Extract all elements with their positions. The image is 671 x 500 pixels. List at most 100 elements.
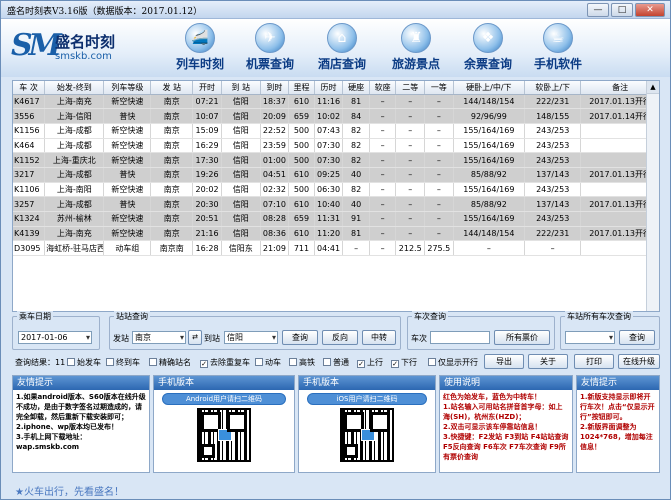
column-header[interactable]: 软卧上/下 — [524, 81, 582, 95]
checkbox-empty-icon[interactable] — [289, 358, 297, 366]
close-button[interactable]: ✕ — [635, 3, 665, 17]
station-all-select[interactable] — [565, 331, 615, 344]
table-row[interactable]: K464 上海-成都 新空快速 南京 16:29 信阳 23:59 500 07:30 82– – –… — [13, 138, 659, 154]
checkbox-empty-icon[interactable] — [67, 358, 75, 366]
filter-checkbox[interactable]: 仅显示开行 — [428, 357, 478, 368]
nav-mobile-software[interactable]: ☕ 手机软件 — [527, 23, 589, 75]
filter-checkbox[interactable]: ✓ 上行 — [357, 357, 383, 368]
column-header[interactable]: 一等 — [424, 81, 454, 95]
table-cell: 10:40 — [314, 196, 344, 212]
all-fares-button[interactable]: 所有票价 — [494, 330, 550, 345]
filter-checkbox[interactable]: ✓ 下行 — [391, 357, 417, 368]
table-cell: 南京 — [150, 226, 194, 242]
nav-label: 列车时刻 — [175, 57, 224, 71]
table-row[interactable]: K1156 上海-成都 新空快速 南京 15:09 信阳 22:52 500 07:43 82– –… — [13, 123, 659, 139]
table-cell: 85/88/92 — [453, 196, 526, 212]
checkbox-empty-icon[interactable] — [255, 358, 263, 366]
column-header[interactable]: 发 站 — [150, 81, 194, 95]
table-row[interactable]: K1324 苏州-榆林 新空快速 南京 20:51 信阳 08:28 659 11:31 91– –… — [13, 211, 659, 227]
column-header[interactable]: 软座 — [369, 81, 397, 95]
column-header[interactable]: 车 次 — [13, 81, 46, 95]
table-row[interactable]: K1106 上海-南阳 新空快速 南京 20:02 信阳 02:32 500 06:30 82– –… — [13, 182, 659, 198]
swap-stations-button[interactable]: ⇄ — [188, 330, 202, 345]
filter-checkbox[interactable]: 高铁 — [289, 357, 315, 368]
table-cell: 711 — [288, 240, 315, 257]
station-all-query-button[interactable]: 查询 — [619, 330, 655, 345]
column-header[interactable]: 开时 — [192, 81, 222, 95]
usage-panel-title: 使用说明 — [440, 376, 572, 390]
table-cell: 信阳 — [221, 94, 261, 110]
filter-checkbox[interactable]: 始发车 — [67, 357, 101, 368]
filter-checkbox[interactable]: 普通 — [323, 357, 349, 368]
table-cell: 16:29 — [192, 138, 222, 154]
filter-checkbox[interactable]: ✓ 去除重复车 — [200, 357, 250, 368]
table-cell: – — [424, 138, 454, 154]
export-button[interactable]: 导出 — [484, 354, 524, 369]
column-header[interactable]: 里程 — [288, 81, 315, 95]
query-controls: 乘车日期 2017-01-06 站站查询 发站 南京 ⇄ 到站 信阳 查询 反向… — [12, 311, 660, 372]
maximize-button[interactable]: □ — [611, 3, 633, 17]
checkbox-checked-icon[interactable]: ✓ — [200, 360, 208, 368]
column-header[interactable]: 始发-终到 — [44, 81, 105, 95]
to-station-select[interactable]: 信阳 — [224, 331, 278, 344]
column-header[interactable]: 列车等级 — [103, 81, 152, 95]
scroll-up-icon[interactable]: ▲ — [647, 81, 659, 94]
filter-checkbox[interactable]: 精确站名 — [149, 357, 191, 368]
table-cell: D3095 — [13, 240, 46, 257]
table-row[interactable]: K1152 上海-重庆北 新空快速 南京 17:30 信阳 01:00 500 07:30 82–… — [13, 152, 659, 168]
table-row[interactable]: 3556 上海-信阳 普快 南京 10:07 信阳 20:09 659 10:02 84– – –92… — [13, 108, 659, 124]
filter-label: 仅显示开行 — [438, 358, 478, 367]
train-number-input[interactable] — [430, 331, 490, 344]
from-station-select[interactable]: 南京 — [132, 331, 186, 344]
table-row[interactable]: 3217 上海-成都 普快 南京 19:26 信阳 04:51 610 09:25 40– – –85… — [13, 167, 659, 183]
table-cell: – — [424, 108, 454, 124]
table-cell: 20:51 — [192, 211, 222, 227]
table-cell: 普快 — [103, 108, 152, 124]
checkbox-empty-icon[interactable] — [323, 358, 331, 366]
nav-flight-search[interactable]: ✈ 机票查询 — [239, 23, 301, 75]
online-upgrade-button[interactable]: 在线升级 — [618, 354, 660, 369]
table-row[interactable]: K4617 上海-南充 新空快速 南京 07:21 信阳 18:37 610 11:16 81– –… — [13, 94, 659, 110]
transfer-button[interactable]: 中转 — [362, 330, 396, 345]
table-row[interactable]: K4139 上海-南充 新空快速 南京 21:16 信阳 08:36 610 11:20 81– –… — [13, 226, 659, 242]
table-cell: 新空快速 — [103, 94, 152, 110]
vertical-scrollbar[interactable]: ▲ — [646, 81, 659, 311]
ios-qr-code[interactable] — [340, 408, 394, 462]
print-button[interactable]: 打印 — [574, 354, 614, 369]
table-cell: 新空快速 — [103, 138, 152, 154]
nav-ticket-availability[interactable]: ❖ 余票查询 — [457, 23, 519, 75]
checkbox-checked-icon[interactable]: ✓ — [391, 360, 399, 368]
column-header[interactable]: 到 站 — [221, 81, 261, 95]
checkbox-checked-icon[interactable]: ✓ — [357, 360, 365, 368]
checkbox-empty-icon[interactable] — [106, 358, 114, 366]
filter-checkbox[interactable]: 动车 — [255, 357, 281, 368]
column-header[interactable]: 硬卧上/中/下 — [453, 81, 526, 95]
table-cell: K4139 — [13, 226, 46, 242]
date-group: 乘车日期 2017-01-06 — [12, 311, 100, 350]
column-header[interactable]: 硬座 — [342, 81, 370, 95]
table-cell: 信阳 — [221, 167, 261, 183]
table-cell: – — [395, 108, 426, 124]
date-picker[interactable]: 2017-01-06 — [18, 331, 92, 344]
table-cell: K464 — [13, 138, 46, 154]
android-qr-code[interactable] — [197, 408, 251, 462]
nav-tourist-sights[interactable]: ♜ 旅游景点 — [385, 23, 447, 75]
station-query-button[interactable]: 查询 — [282, 330, 318, 345]
reverse-button[interactable]: 反向 — [322, 330, 358, 345]
column-header[interactable]: 到时 — [260, 81, 290, 95]
table-cell: 21:09 — [260, 240, 290, 257]
nav-train-schedule[interactable]: 🚄 列车时刻 — [169, 23, 231, 75]
filter-checkbox[interactable]: 终到车 — [106, 357, 140, 368]
minimize-button[interactable]: — — [587, 3, 609, 17]
table-cell: 动车组 — [103, 240, 152, 257]
column-header[interactable]: 历时 — [314, 81, 344, 95]
table-row[interactable]: 3257 上海-成都 普快 南京 20:30 信阳 07:10 610 10:40 40– – –85… — [13, 196, 659, 212]
checkbox-empty-icon[interactable] — [149, 358, 157, 366]
column-header[interactable]: 二等 — [395, 81, 426, 95]
nav-hotel-search[interactable]: ⌂ 酒店查询 — [311, 23, 373, 75]
station-query-legend: 站站查询 — [114, 311, 150, 322]
table-row[interactable]: D3095 海虹桥-驻马店西 动车组 南京南 16:28 信阳东 21:09 711 04:41… — [13, 240, 659, 257]
checkbox-empty-icon[interactable] — [428, 358, 436, 366]
table-cell: 3217 — [13, 167, 46, 183]
about-button[interactable]: 关于 — [528, 354, 568, 369]
